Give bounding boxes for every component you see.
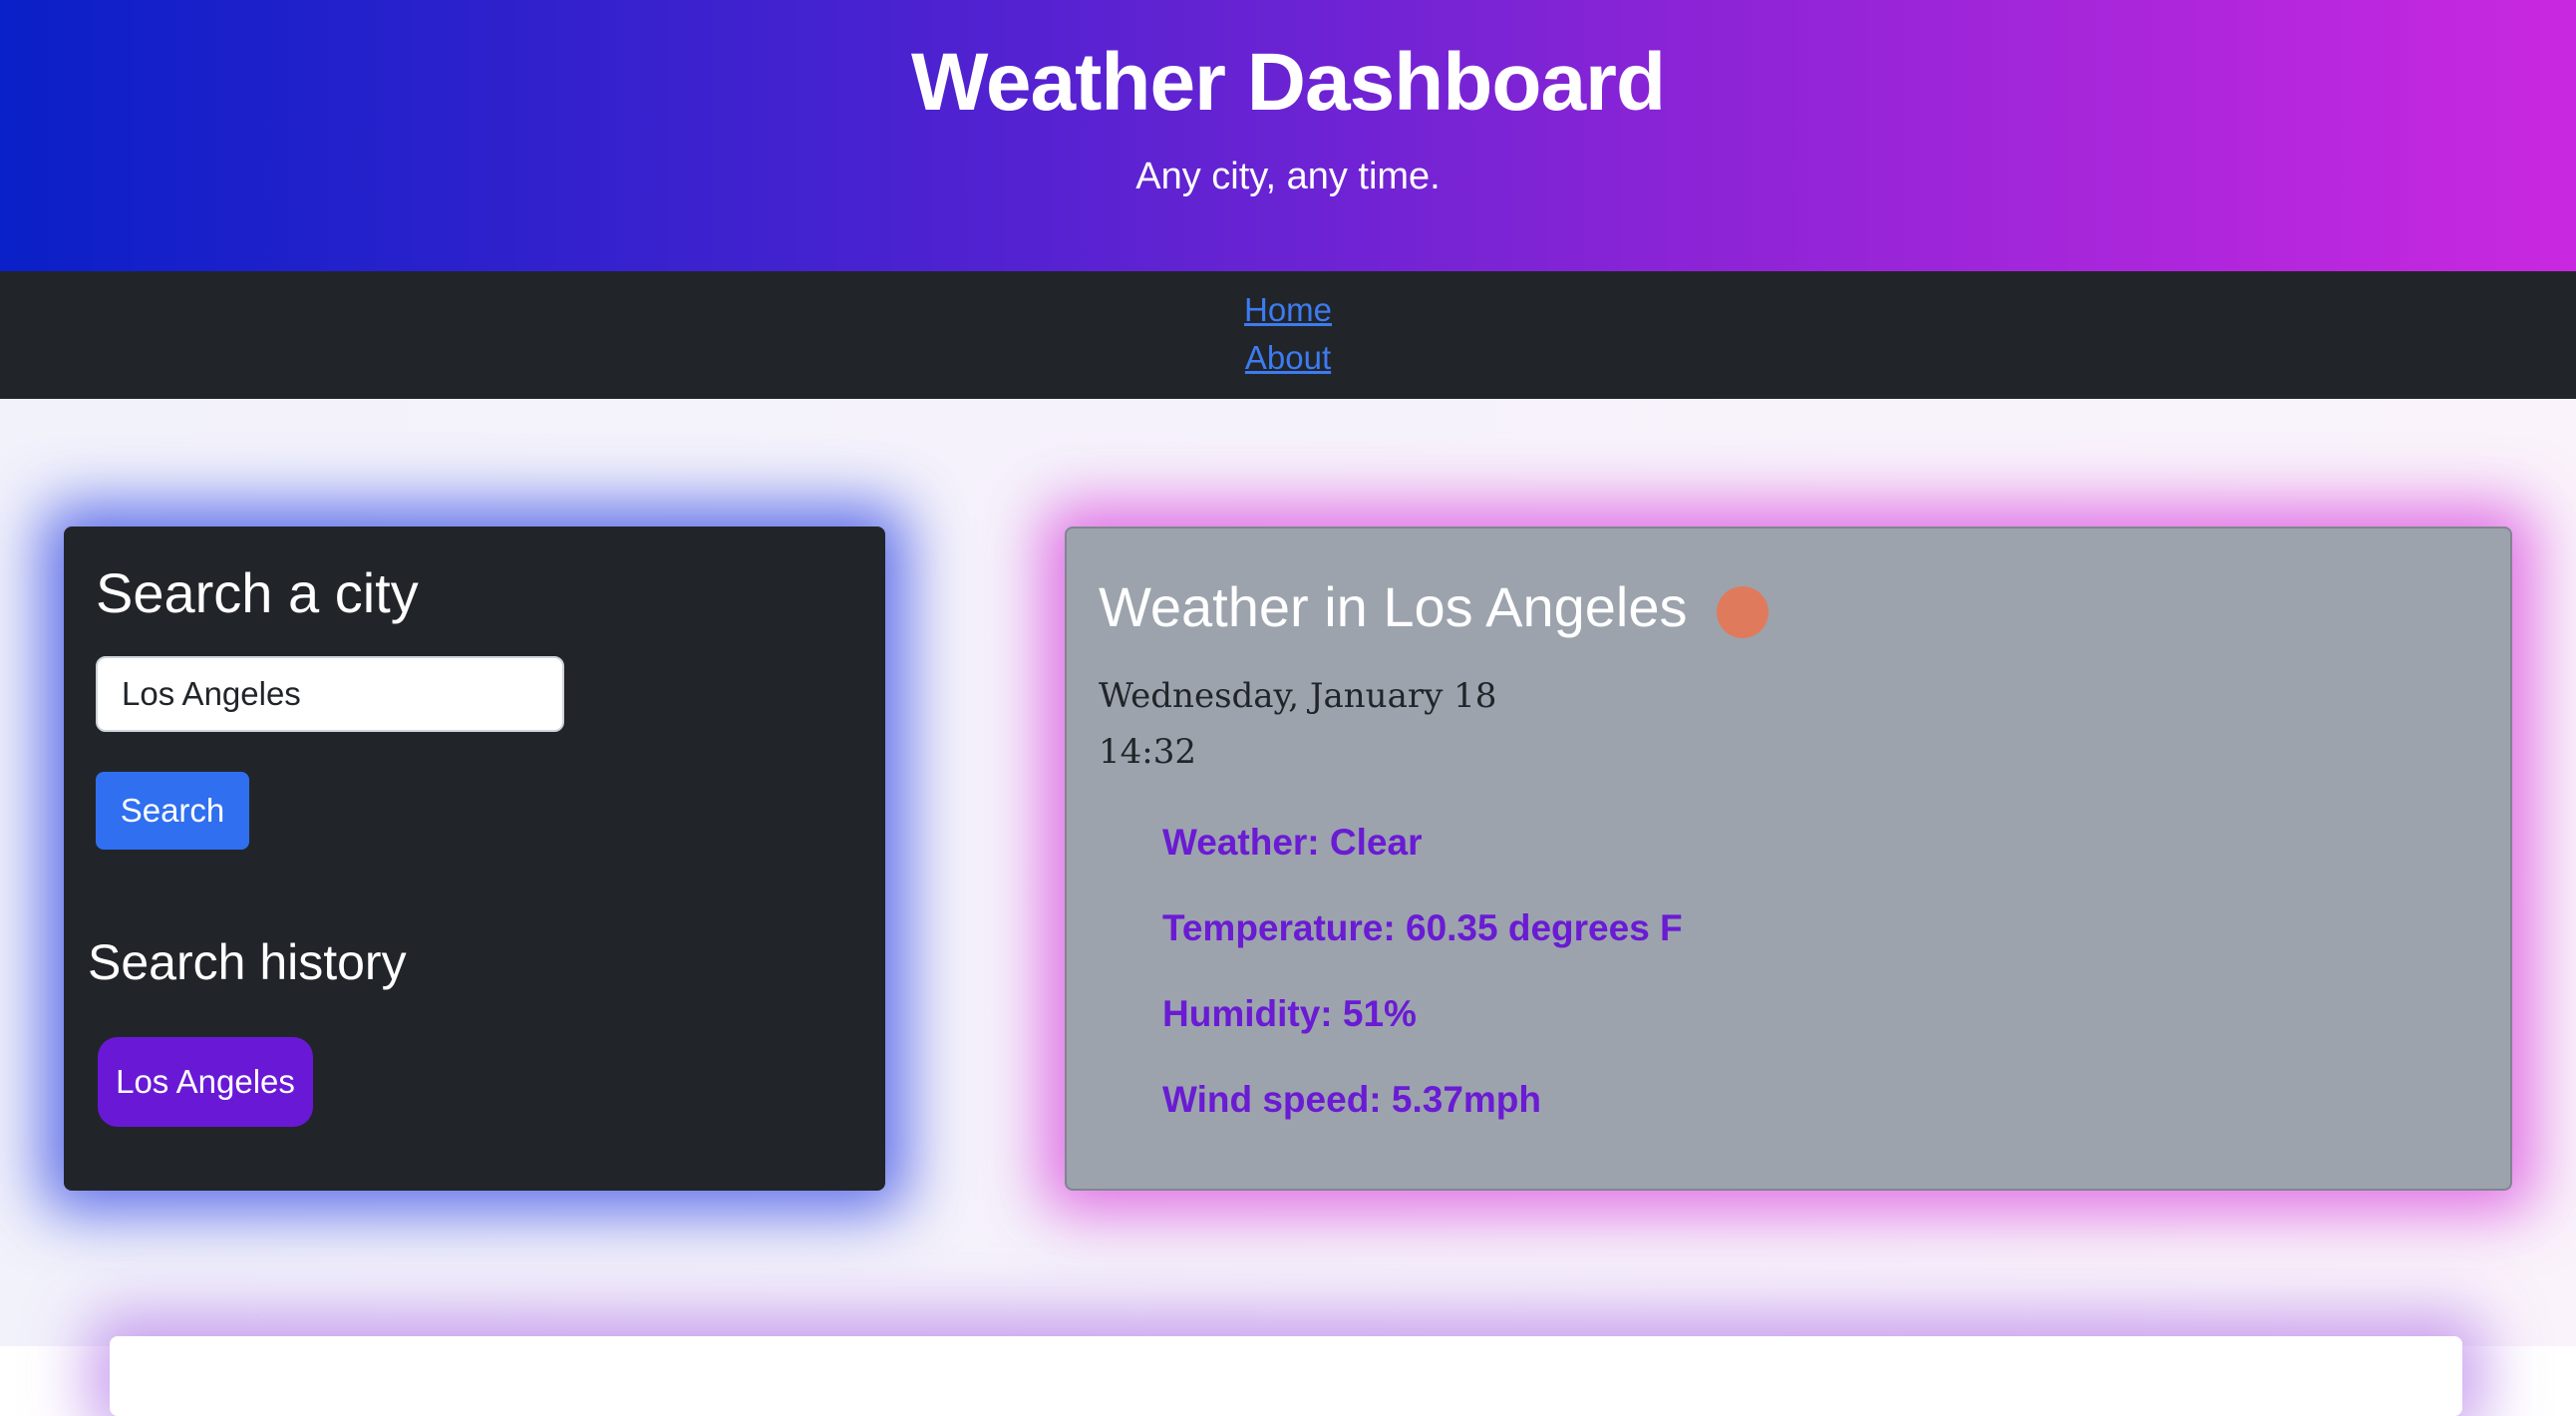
weather-temperature: Temperature: 60.35 degrees F [1162, 907, 1683, 948]
search-button[interactable]: Search [96, 772, 249, 850]
nav-link-about[interactable]: About [0, 339, 2576, 377]
search-panel: Search a city Search Search history Los … [64, 527, 885, 1191]
forecast-panel [110, 1336, 2462, 1416]
weather-status-icon [1717, 586, 1769, 638]
navbar: Home About [0, 271, 2576, 399]
weather-condition: Weather: Clear [1162, 822, 1423, 863]
page-title: Weather Dashboard [910, 37, 1666, 128]
weather-heading: Weather in Los Angeles [1099, 575, 1688, 638]
weather-panel: Weather in Los Angeles Wednesday, Januar… [1065, 527, 2512, 1191]
page-subtitle: Any city, any time. [1135, 156, 1441, 197]
weather-wind-speed: Wind speed: 5.37mph [1162, 1079, 1542, 1120]
city-search-input[interactable] [96, 656, 564, 732]
weather-humidity: Humidity: 51% [1162, 993, 1417, 1034]
page-header: Weather Dashboard Any city, any time. [0, 0, 2576, 271]
nav-link-home[interactable]: Home [0, 291, 2576, 329]
search-history-heading: Search history [88, 934, 407, 990]
history-item-button[interactable]: Los Angeles [98, 1037, 313, 1127]
weather-time: 14:32 [1099, 732, 1196, 772]
search-heading: Search a city [96, 561, 419, 624]
weather-date: Wednesday, January 18 [1099, 676, 1497, 716]
